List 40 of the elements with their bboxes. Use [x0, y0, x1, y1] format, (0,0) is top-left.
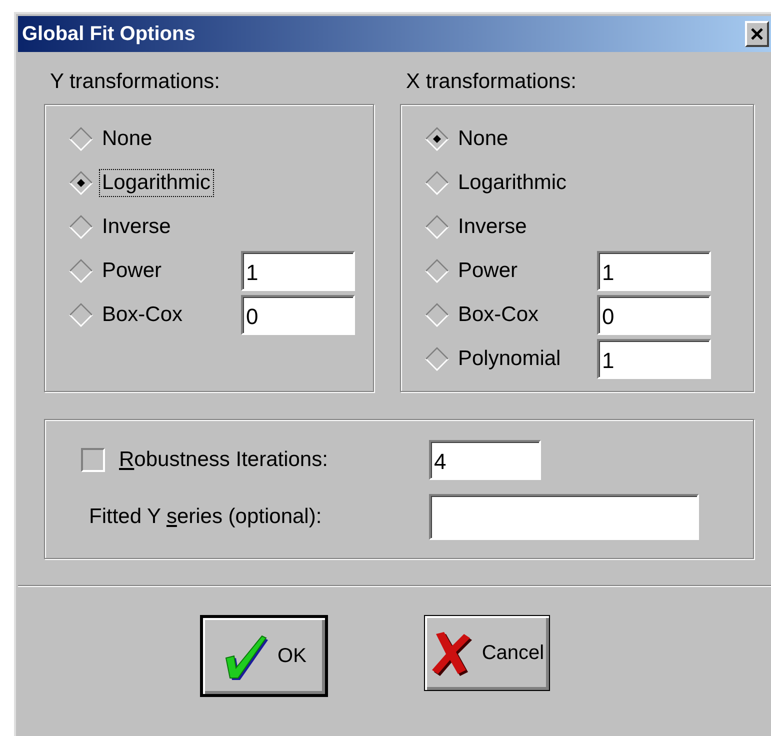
value-field[interactable]: 1 — [597, 339, 711, 379]
option-label[interactable]: Box-Cox — [455, 301, 542, 329]
radio-button[interactable] — [69, 303, 93, 327]
iterations-field[interactable]: 4 — [429, 440, 541, 480]
option-label[interactable]: Box-Cox — [99, 301, 186, 329]
radio-button[interactable] — [69, 171, 93, 195]
cross-icon — [430, 630, 474, 676]
radio-button[interactable] — [69, 215, 93, 239]
value-field[interactable]: 1 — [241, 251, 355, 291]
option-label[interactable]: None — [455, 125, 512, 153]
option-label[interactable]: None — [99, 125, 156, 153]
radio-button[interactable] — [425, 347, 449, 371]
fitted-series-field[interactable] — [429, 494, 699, 540]
value-field[interactable]: 1 — [597, 251, 711, 291]
radio-button[interactable] — [425, 215, 449, 239]
option-label[interactable]: Logarithmic — [455, 169, 570, 197]
value-field[interactable]: 0 — [241, 295, 355, 335]
fitted-series-label: Fitted Y series (optional): — [88, 505, 323, 529]
checkbox[interactable] — [81, 448, 105, 472]
option-label[interactable]: Inverse — [455, 213, 530, 241]
radio-button[interactable] — [425, 259, 449, 283]
radio-button[interactable] — [425, 171, 449, 195]
group-label: X transformations: — [405, 70, 578, 94]
option-label[interactable]: Logarithmic — [99, 169, 214, 197]
radio-button[interactable] — [425, 127, 449, 151]
window-title: Global Fit Options — [22, 22, 196, 46]
option-label[interactable]: Power — [455, 257, 521, 285]
option-label[interactable]: Power — [99, 257, 165, 285]
cancel-button[interactable]: Cancel — [424, 615, 550, 691]
option-label[interactable]: Polynomial — [455, 345, 564, 373]
value-field[interactable]: 0 — [597, 295, 711, 335]
close-button[interactable] — [745, 21, 769, 47]
ok-button[interactable]: OK — [200, 615, 328, 697]
radio-button[interactable] — [69, 259, 93, 283]
robustness-label: Robustness Iterations: — [119, 448, 329, 472]
radio-button[interactable] — [425, 303, 449, 327]
radio-button[interactable] — [69, 127, 93, 151]
group-label: Y transformations: — [49, 70, 222, 94]
option-label[interactable]: Inverse — [99, 213, 174, 241]
close-icon — [750, 27, 764, 41]
